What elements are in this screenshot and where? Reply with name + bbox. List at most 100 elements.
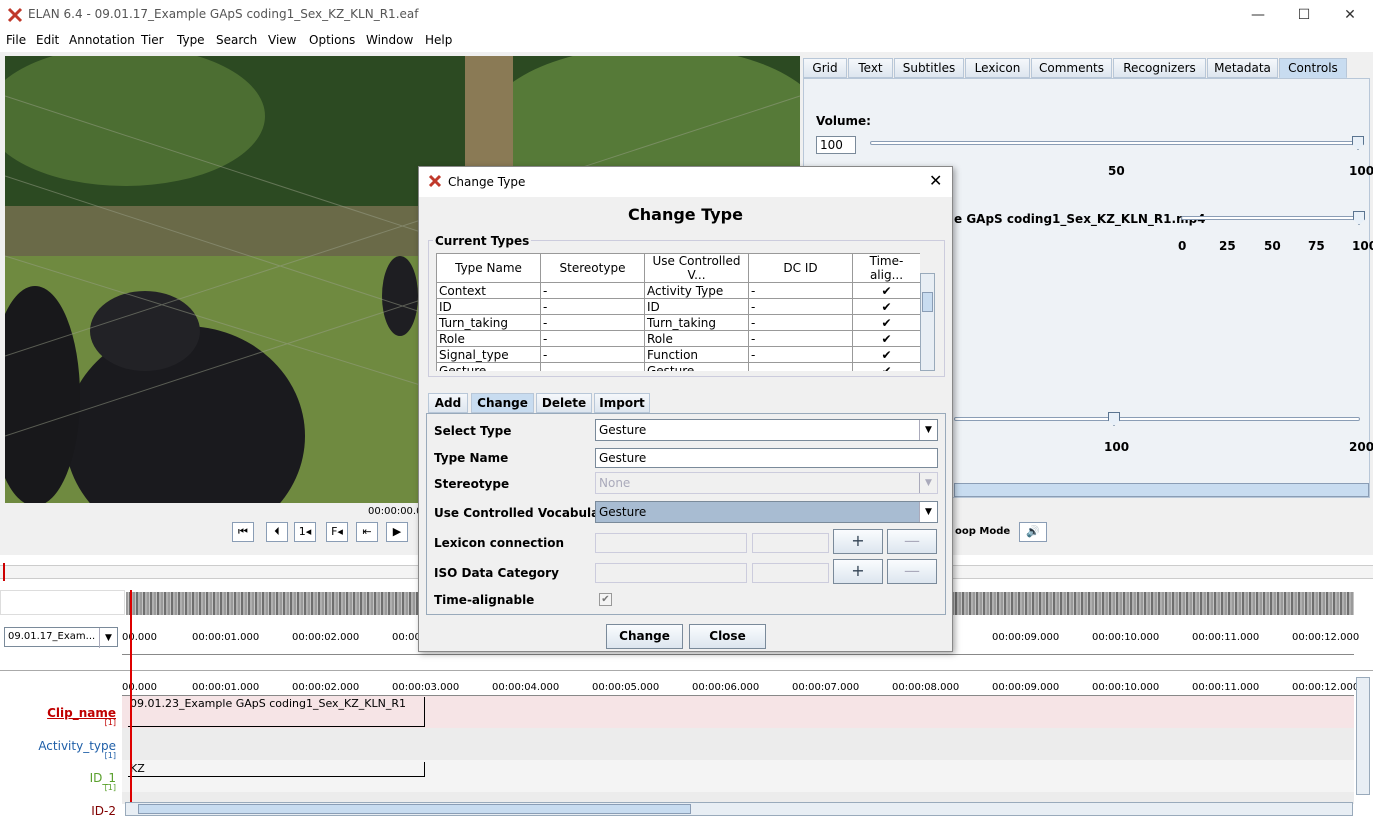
vol-tick-50: 50 [1108,164,1125,178]
tab-comments[interactable]: Comments [1031,58,1112,78]
tick-3: 00:00:03.000 [392,682,460,693]
volume-slider[interactable] [870,141,1360,145]
top-tick-12: 00:00:12.000 [1292,632,1360,643]
cell: - [748,314,853,331]
media-tick-50: 50 [1264,239,1281,253]
table-row[interactable]: Turn_taking - Turn_taking - ✔ [436,314,920,331]
menu-window[interactable]: Window [366,33,413,47]
menu-tier[interactable]: Tier [141,33,164,47]
col-time-alignable[interactable]: Time-alig... [852,253,920,283]
iso-remove-button[interactable]: — [887,559,937,584]
menu-options[interactable]: Options [309,33,355,47]
menu-search[interactable]: Search [216,33,257,47]
tab-add[interactable]: Add [428,393,468,413]
close-window-button[interactable]: ✕ [1327,0,1373,30]
cell: Context [436,282,541,299]
window-title: ELAN 6.4 - 09.01.17_Example GApS coding1… [28,7,419,21]
chevron-down-icon: ▼ [919,502,937,522]
menu-view[interactable]: View [268,33,296,47]
lexicon-add-button[interactable]: + [833,529,883,554]
volume-slider-thumb[interactable] [1352,136,1364,150]
previous-frame-button[interactable]: ⏴ [266,522,288,542]
time-alignable-checkbox[interactable]: ✔ [599,593,612,606]
volume-speaker-icon[interactable]: 🔊 [1019,522,1047,542]
table-row[interactable]: Signal_type - Function - ✔ [436,346,920,363]
tab-metadata[interactable]: Metadata [1207,58,1278,78]
tab-lexicon[interactable]: Lexicon [965,58,1030,78]
tier-row-activity-type[interactable] [122,728,1354,760]
minimize-button[interactable]: — [1235,0,1281,30]
iso-data-category-label: ISO Data Category [434,566,559,580]
media-tick-75: 75 [1308,239,1325,253]
tab-change[interactable]: Change [471,393,534,413]
previous-annotation-button[interactable]: ⇤ [356,522,378,542]
tab-text[interactable]: Text [848,58,893,78]
change-button[interactable]: Change [606,624,683,649]
play-button[interactable]: ▶ [386,522,408,542]
stereotype-combo[interactable]: None ▼ [595,472,938,494]
top-tick-0: 00.000 [122,632,157,643]
cell: Activity Type [644,282,749,299]
iso-add-button[interactable]: + [833,559,883,584]
table-row[interactable]: Context - Activity Type - ✔ [436,282,920,299]
col-type-name[interactable]: Type Name [436,253,541,283]
menu-annotation[interactable]: Annotation [69,33,135,47]
menu-edit[interactable]: Edit [36,33,59,47]
media-volume-slider[interactable] [1181,216,1361,220]
vol-tick-100: 100 [1349,164,1373,178]
cell: - [540,314,645,331]
lexicon-remove-button[interactable]: — [887,529,937,554]
type-name-input[interactable]: Gesture [595,448,938,468]
media-tick-0: 0 [1178,239,1187,253]
close-button[interactable]: Close [689,624,766,649]
col-dc-id[interactable]: DC ID [748,253,853,283]
tab-controls[interactable]: Controls [1279,58,1347,78]
menu-help[interactable]: Help [425,33,452,47]
annotation-clip-name[interactable]: 09.01.23_Example GApS coding1_Sex_KZ_KLN… [128,697,425,727]
tab-grid[interactable]: Grid [803,58,847,78]
table-row[interactable]: Role - Role - ✔ [436,330,920,347]
chevron-down-icon: ▼ [99,628,117,648]
dialog-close-icon[interactable]: ✕ [929,171,942,190]
volume-input[interactable]: 100 [816,136,856,154]
use-cv-label: Use Controlled Vocabulary [434,506,613,520]
annotation-id-1[interactable]: KZ [128,762,425,777]
menu-file[interactable]: File [6,33,26,47]
use-cv-combo[interactable]: Gesture ▼ [595,501,938,523]
bottom-time-ruler[interactable]: 00.000 00:00:01.000 00:00:02.000 00:00:0… [122,678,1359,696]
horizontal-scrollbar[interactable] [954,483,1369,497]
tab-subtitles[interactable]: Subtitles [894,58,964,78]
col-stereotype[interactable]: Stereotype [540,253,645,283]
pixel-step-button[interactable]: F◂ [326,522,348,542]
timeline-vscrollbar[interactable] [1356,677,1370,795]
types-table-scrollbar[interactable] [920,273,935,371]
timeline-hscroll-thumb[interactable] [138,804,691,814]
table-row[interactable]: ID - ID - ✔ [436,298,920,315]
tab-delete[interactable]: Delete [536,393,592,413]
rate-slider[interactable] [954,417,1360,421]
types-table-scroll-thumb[interactable] [922,292,933,312]
tier-label-id-2[interactable]: ID-2 [0,804,122,818]
rate-tick-100: 100 [1104,440,1130,454]
tab-recognizers[interactable]: Recognizers [1113,58,1206,78]
media-combo-value: 09.01.17_Exam... [8,631,96,642]
timeline-hscrollbar[interactable] [125,802,1353,816]
menu-type[interactable]: Type [177,33,205,47]
media-tick-25: 25 [1219,239,1236,253]
tick-1: 00:00:01.000 [192,682,260,693]
rate-slider-thumb[interactable] [1108,412,1120,426]
col-use-cv[interactable]: Use Controlled V... [644,253,749,283]
types-header-row: Type Name Stereotype Use Controlled V...… [436,253,920,283]
types-table: Type Name Stereotype Use Controlled V...… [436,253,920,371]
media-volume-slider-thumb[interactable] [1353,211,1365,225]
loop-mode-label[interactable]: oop Mode [955,526,1010,537]
go-to-begin-button[interactable]: ⏮ [232,522,254,542]
table-row[interactable]: Gesture - Gesture - ✔ [436,362,920,371]
media-combo[interactable]: 09.01.17_Exam... ▼ [4,627,118,648]
elan-logo-icon [428,174,442,188]
step-back-button[interactable]: 1◂ [294,522,316,542]
tab-import[interactable]: Import [594,393,650,413]
maximize-button[interactable]: ☐ [1281,0,1327,30]
select-type-combo[interactable]: Gesture ▼ [595,419,938,441]
checkmark-icon: ✔ [852,362,920,371]
